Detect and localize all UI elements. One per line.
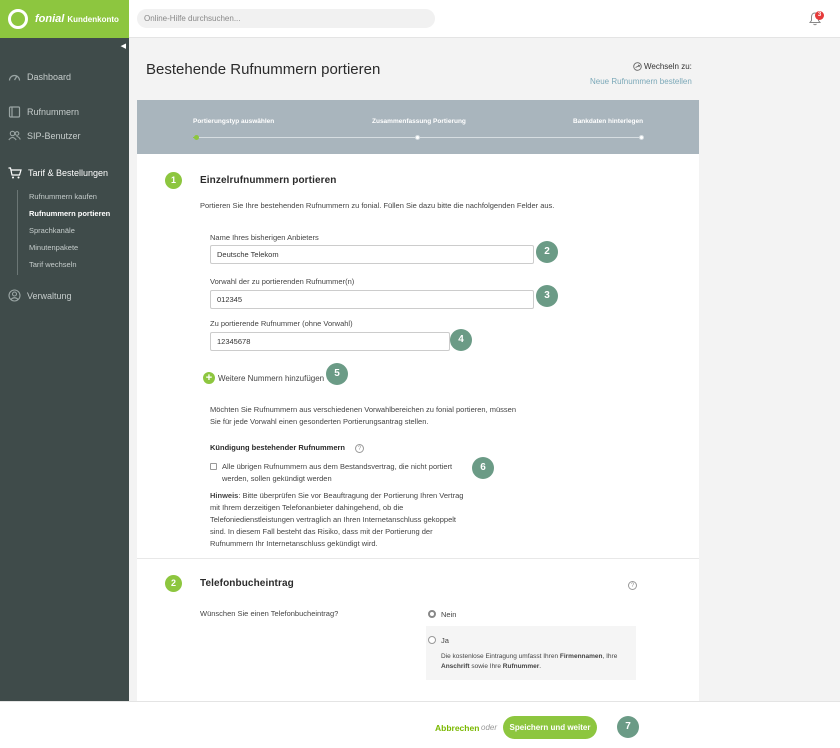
note-line-2: Sie für jede Vorwahl einen gesonderten P… [210, 417, 429, 426]
plus-icon[interactable]: + [203, 372, 215, 384]
step-1-label: Portierungstyp auswählen [193, 118, 275, 125]
info-bold: Rufnummer [502, 663, 540, 670]
radio-yes-label: Ja [441, 636, 449, 645]
subnav-item-rufnummern-kaufen[interactable]: Rufnummern kaufen [29, 190, 110, 207]
subnav-item-tarif-wechseln[interactable]: Tarif wechseln [29, 258, 110, 275]
footer: Abbrechen oder Speichern und weiter 7 [0, 701, 840, 748]
logo-ring-icon [8, 9, 28, 29]
top-bar: 3 [129, 0, 840, 38]
info-bold: Anschrift [441, 663, 470, 670]
annotation-2: 2 [536, 241, 558, 263]
sidebar-item-label: Rufnummern [27, 107, 80, 117]
section-2-number: 2 [165, 575, 182, 592]
form-card: 1 Einzelrufnummern portieren Portieren S… [137, 154, 699, 701]
user-circle-icon [8, 289, 21, 302]
switch-icon [633, 62, 642, 71]
hint-text: : Bitte überprüfen Sie vor Beauftragung … [238, 491, 464, 500]
sidebar-item-rufnummern[interactable]: Rufnummern [8, 106, 79, 118]
radio-no-label: Nein [441, 610, 457, 619]
annotation-5: 5 [326, 363, 348, 385]
number-label: Zu portierende Rufnummer (ohne Vorwahl) [210, 319, 353, 328]
help-icon[interactable]: ? [355, 444, 364, 453]
provider-label: Name Ihres bisherigen Anbieters [210, 233, 319, 242]
switch-label: Wechseln zu: [633, 62, 692, 71]
area-code-label: Vorwahl der zu portierenden Rufnummer(n) [210, 277, 355, 286]
provider-field[interactable] [210, 245, 534, 264]
sidebar-item-label: SIP-Benutzer [27, 130, 81, 141]
cart-icon [8, 167, 22, 179]
note-line-1: Möchten Sie Rufnummern aus verschiedenen… [210, 405, 517, 414]
page-title: Bestehende Rufnummern portieren [146, 61, 381, 78]
hint-line-5: Rufnummern Ihr Internetanschluss gekündi… [210, 539, 378, 548]
sidebar-item-label: Verwaltung [27, 290, 72, 301]
section-2-title: Telefonbucheintrag [200, 578, 294, 589]
cancel-numbers-checkbox[interactable] [210, 463, 217, 470]
subnav-item-minutenpakete[interactable]: Minutenpakete [29, 241, 110, 258]
save-continue-button[interactable]: Speichern und weiter [503, 716, 597, 739]
sidebar-item-tarif-bestellungen[interactable]: Tarif & Bestellungen [8, 167, 108, 179]
or-separator: oder [481, 723, 498, 732]
sidebar-item-dashboard[interactable]: Dashboard [8, 71, 71, 82]
step-3-label: Bankdaten hinterlegen [573, 118, 644, 125]
section-1-intro: Portieren Sie Ihre bestehenden Rufnummer… [200, 201, 555, 210]
step-2-label: Zusammenfassung Portierung [372, 118, 466, 125]
dashboard-icon [8, 74, 21, 81]
users-icon [8, 130, 21, 141]
hint-line-3: Telefoniedienstleistungen vertraglich an… [210, 515, 456, 524]
phonebook-info: Die kostenlose Eintragung umfasst Ihren … [441, 652, 631, 672]
switch-label-text: Wechseln zu: [644, 62, 692, 71]
help-icon[interactable]: ? [628, 581, 637, 590]
section-divider [137, 558, 699, 559]
subnav-item-rufnummern-portieren[interactable]: Rufnummern portieren [29, 207, 110, 224]
step-1-dot [194, 135, 199, 140]
brand-logo[interactable]: fonial Kundenkonto [0, 0, 129, 38]
annotation-3: 3 [536, 285, 558, 307]
search-input[interactable] [137, 9, 435, 28]
phone-number-field[interactable] [210, 332, 450, 351]
info-part: sowie Ihre [469, 663, 503, 670]
hint-line-4: sind. In diesem Fall besteht das Risiko,… [210, 527, 433, 536]
book-icon [8, 106, 21, 118]
sidebar: ◀ Dashboard Rufnummern SIP-Benutzer Tari… [0, 38, 129, 701]
annotation-6: 6 [472, 457, 494, 479]
info-part: , Ihre [602, 653, 618, 660]
new-numbers-link[interactable]: Neue Rufnummern bestellen [590, 77, 692, 86]
section-1-number: 1 [165, 172, 182, 189]
sidebar-item-verwaltung[interactable]: Verwaltung [8, 289, 72, 302]
brand-subtitle: Kundenkonto [67, 14, 119, 24]
brand-name: fonial [35, 13, 65, 25]
subnav-item-sprachkanaele[interactable]: Sprachkanäle [29, 224, 110, 241]
checkbox-label-line-1: Alle übrigen Rufnummern aus dem Bestands… [222, 462, 453, 471]
add-more-numbers-link[interactable]: Weitere Nummern hinzufügen [218, 373, 324, 385]
sidebar-subnav: Rufnummern kaufen Rufnummern portieren S… [17, 190, 110, 275]
annotation-4: 4 [450, 329, 472, 351]
cancellation-title: Kündigung bestehender Rufnummern [210, 443, 345, 452]
sidebar-item-label: Tarif & Bestellungen [28, 168, 109, 178]
phonebook-question: Wünschen Sie einen Telefonbucheintrag? [200, 609, 339, 618]
radio-no[interactable] [428, 610, 436, 618]
section-1-title: Einzelrufnummern portieren [200, 175, 337, 186]
info-bold: Firmennamen [559, 653, 603, 660]
radio-yes[interactable] [428, 636, 436, 644]
notification-badge: 3 [815, 11, 824, 20]
sidebar-item-sip-benutzer[interactable]: SIP-Benutzer [8, 130, 81, 141]
step-3-dot [639, 135, 644, 140]
progress-stepper: Portierungstyp auswählen Zusammenfassung… [137, 100, 699, 154]
step-2-dot [415, 135, 420, 140]
checkbox-label-line-2: werden, sollen gekündigt werden [222, 474, 332, 483]
hint-label: Hinweis [210, 491, 239, 500]
info-part: . [539, 663, 542, 670]
cancel-button[interactable]: Abbrechen [435, 723, 479, 733]
info-part: Die kostenlose Eintragung umfasst Ihren [441, 653, 560, 660]
hint-line-2: mit Ihrem derzeitigen Telefonanbieter da… [210, 503, 404, 512]
collapse-icon[interactable]: ◀ [121, 42, 126, 50]
area-code-field[interactable] [210, 290, 534, 309]
hint-line-1: Hinweis: Bitte überprüfen Sie vor Beauft… [210, 490, 463, 502]
annotation-7: 7 [617, 716, 639, 738]
sidebar-item-label: Dashboard [27, 71, 72, 82]
